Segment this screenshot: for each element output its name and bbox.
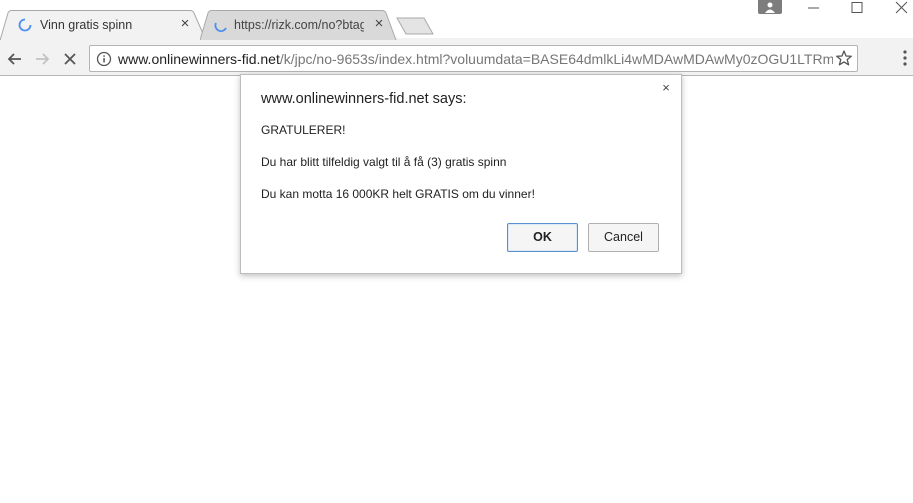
stop-icon[interactable] xyxy=(59,48,81,70)
forward-arrow-icon[interactable] xyxy=(31,48,53,70)
dialog-message-line: Du kan motta 16 000KR helt GRATIS om du … xyxy=(261,187,535,201)
url-host: www.onlinewinners-fid.net xyxy=(118,51,280,67)
cancel-button[interactable]: Cancel xyxy=(588,223,659,252)
url-path: /k/jpc/no-9653s/index.html?voluumdata=BA… xyxy=(279,51,833,67)
tab-rizk[interactable]: https://rizk.com/no?btag × xyxy=(200,10,400,41)
tab-title: Vinn gratis spinn xyxy=(40,18,133,32)
dialog-title: www.onlinewinners-fid.net says: xyxy=(261,91,467,107)
window-close-icon[interactable] xyxy=(888,0,913,16)
javascript-alert-dialog: www.onlinewinners-fid.net says: × GRATUL… xyxy=(240,74,682,274)
maximize-icon[interactable] xyxy=(843,0,871,16)
browser-toolbar: www.onlinewinners-fid.net/k/jpc/no-9653s… xyxy=(0,40,913,76)
tab-strip: Vinn gratis spinn × https://rizk.com/no?… xyxy=(0,0,913,41)
back-arrow-icon[interactable] xyxy=(4,48,26,70)
tab-vinn-gratis-spinn[interactable]: Vinn gratis spinn × xyxy=(0,10,208,41)
tab-title: https://rizk.com/no?btag xyxy=(234,18,364,32)
ok-button[interactable]: OK xyxy=(507,223,578,252)
url-text[interactable]: www.onlinewinners-fid.net/k/jpc/no-9653s… xyxy=(118,51,833,67)
dialog-message-line: Du har blitt tilfeldig valgt til å få (3… xyxy=(261,155,507,169)
tab-close-icon[interactable]: × xyxy=(372,16,386,31)
kebab-menu-icon[interactable] xyxy=(900,49,910,67)
profile-icon xyxy=(765,2,775,13)
new-tab-button[interactable] xyxy=(396,17,434,35)
info-icon[interactable] xyxy=(96,51,112,67)
loading-spinner-icon xyxy=(18,18,32,32)
minimize-icon[interactable] xyxy=(800,0,828,16)
dialog-message-line: GRATULERER! xyxy=(261,123,346,137)
profile-icon[interactable] xyxy=(758,0,782,14)
loading-spinner-icon xyxy=(214,22,227,32)
address-bar[interactable]: www.onlinewinners-fid.net/k/jpc/no-9653s… xyxy=(89,45,858,72)
dialog-close-icon[interactable]: × xyxy=(659,81,673,95)
star-icon[interactable] xyxy=(835,49,853,67)
tab-close-icon[interactable]: × xyxy=(178,16,192,31)
